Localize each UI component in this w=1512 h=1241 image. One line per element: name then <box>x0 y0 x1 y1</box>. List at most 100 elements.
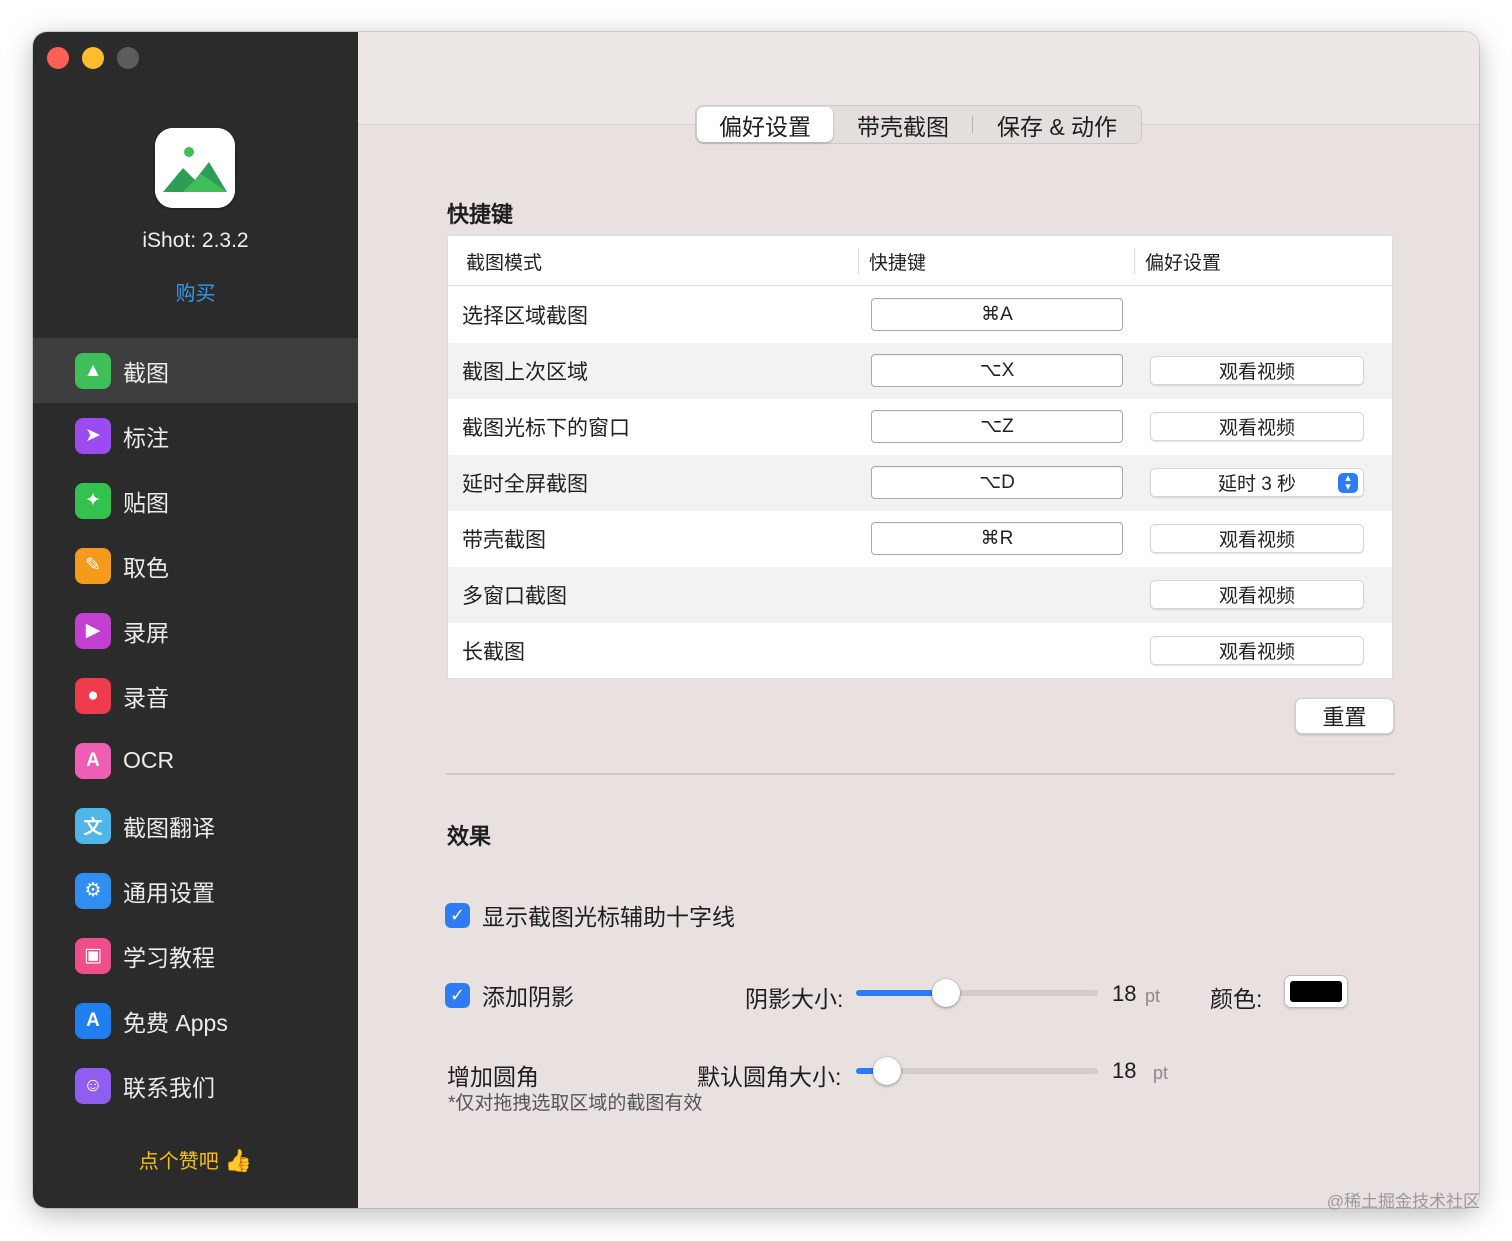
tab-device-frame[interactable]: 带壳截图 <box>834 106 972 143</box>
row-mode-name: 截图光标下的窗口 <box>462 417 630 440</box>
zoom-window-button[interactable] <box>117 47 139 69</box>
watch-video-button[interactable]: 观看视频 <box>1150 636 1364 665</box>
tutorial-icon: ▣ <box>75 937 111 974</box>
table-row: 长截图 观看视频 <box>448 623 1392 679</box>
sidebar-item[interactable]: ▲ 截图 <box>33 338 358 403</box>
watch-video-button[interactable]: 观看视频 <box>1150 356 1364 385</box>
table-row: 延时全屏截图 ⌥D 延时 3 秒 ▴ ▾ <box>448 455 1392 511</box>
watch-video-button[interactable]: 观看视频 <box>1150 412 1364 441</box>
sidebar-item-label: 免费 Apps <box>123 1009 228 1036</box>
sidebar-item[interactable]: ▣ 学习教程 <box>33 923 358 988</box>
shadow-size-value: 18 <box>1112 981 1137 1006</box>
shortcut-field[interactable]: ⌥Z <box>871 410 1123 443</box>
sidebar-item[interactable]: ➤ 标注 <box>33 403 358 468</box>
header-separator <box>858 248 859 274</box>
header-separator <box>1134 248 1135 274</box>
sidebar-item[interactable]: ✦ 贴图 <box>33 468 358 533</box>
shadow-color-well[interactable] <box>1284 975 1348 1008</box>
tab-save-actions[interactable]: 保存 & 动作 <box>973 106 1141 143</box>
close-window-button[interactable] <box>47 47 69 69</box>
sidebar-item-label: 标注 <box>123 424 169 451</box>
eyedropper-icon: ✎ <box>75 547 111 584</box>
buy-link[interactable]: 购买 <box>33 277 358 306</box>
corner-note: *仅对拖拽选取区域的截图有效 <box>448 1093 703 1114</box>
watch-video-button[interactable]: 观看视频 <box>1150 524 1364 553</box>
section-divider <box>446 773 1395 775</box>
crosshair-checkbox[interactable]: ✓ <box>445 902 470 928</box>
sidebar-item-label: 取色 <box>123 554 169 581</box>
shortcuts-table: 截图模式 快捷键 偏好设置 选择区域截图 ⌘A 截图上次区域 ⌥X 观看视频 截图光标下的… <box>447 235 1393 679</box>
sidebar: iShot: 2.3.2 购买 ▲ 截图 ➤ 标注 ✦ 贴图 ✎ 取色 ▶ 录屏 ● 录音 A OCR 文截… <box>33 32 358 1208</box>
shortcut-field[interactable]: ⌥X <box>871 354 1123 387</box>
image-icon: ▲ <box>75 352 111 389</box>
thumbs-up-icon: 👍 <box>224 1148 253 1173</box>
sidebar-item-label: 学习教程 <box>123 944 215 971</box>
app-logo-icon <box>155 128 235 208</box>
table-row: 选择区域截图 ⌘A <box>448 287 1392 343</box>
sidebar-item[interactable]: A 免费 Apps <box>33 988 358 1053</box>
reset-button[interactable]: 重置 <box>1295 698 1394 734</box>
select-arrows-icon: ▴ ▾ <box>1338 473 1358 493</box>
sidebar-item-label: 贴图 <box>123 489 169 516</box>
table-row: 截图光标下的窗口 ⌥Z 观看视频 <box>448 399 1392 455</box>
video-icon: ▶ <box>75 612 111 649</box>
slider-knob[interactable] <box>873 1057 902 1085</box>
main-panel: 偏好设置 带壳截图 保存 & 动作 快捷键 截图模式 快捷键 偏好设置 选择区域… <box>358 32 1479 1208</box>
crosshair-option: ✓ 显示截图光标辅助十字线 <box>445 898 735 932</box>
sidebar-item[interactable]: ● 录音 <box>33 663 358 728</box>
sidebar-item[interactable]: A OCR <box>33 728 358 793</box>
like-label: 点个赞吧 <box>138 1151 219 1173</box>
sidebar-item[interactable]: ▶ 录屏 <box>33 598 358 663</box>
shadow-checkbox[interactable]: ✓ <box>445 982 470 1008</box>
gear-icon: ⚙ <box>75 872 111 909</box>
minimize-window-button[interactable] <box>82 47 104 69</box>
shadow-label: 添加阴影 <box>482 984 574 1010</box>
watch-video-button[interactable]: 观看视频 <box>1150 580 1364 609</box>
sidebar-item[interactable]: ☺ 联系我们 <box>33 1053 358 1118</box>
row-mode-name: 多窗口截图 <box>462 585 567 608</box>
table-row: 带壳截图 ⌘R 观看视频 <box>448 511 1392 567</box>
microphone-icon: ● <box>75 677 111 714</box>
table-row: 截图上次区域 ⌥X 观看视频 <box>448 343 1392 399</box>
table-row: 多窗口截图 观看视频 <box>448 567 1392 623</box>
shortcut-field[interactable]: ⌘R <box>871 522 1123 555</box>
slider-knob[interactable] <box>931 979 960 1007</box>
sidebar-item-label: OCR <box>123 747 175 773</box>
corner-size-unit: pt <box>1153 1063 1169 1083</box>
sidebar-item-label: 截图 <box>123 359 169 386</box>
sidebar-item-label: 录屏 <box>123 619 169 646</box>
appstore-icon: A <box>75 1002 111 1039</box>
corner-size-value: 18 <box>1112 1058 1137 1083</box>
row-mode-name: 选择区域截图 <box>462 305 588 328</box>
shadow-size-slider[interactable] <box>856 978 1098 1008</box>
sidebar-item-label: 录音 <box>123 684 169 711</box>
shortcut-field[interactable]: ⌘A <box>871 298 1123 331</box>
header-mode: 截图模式 <box>466 252 543 274</box>
row-mode-name: 延时全屏截图 <box>462 473 588 496</box>
translate-icon: 文 <box>75 807 111 844</box>
sidebar-nav: ▲ 截图 ➤ 标注 ✦ 贴图 ✎ 取色 ▶ 录屏 ● 录音 A OCR 文截图翻译 ⚙ 通用设置 ▣ 学习教程 A 免费… <box>33 338 358 1118</box>
tab-preferences[interactable]: 偏好设置 <box>697 107 833 142</box>
sidebar-item[interactable]: ✎ 取色 <box>33 533 358 598</box>
crosshair-label: 显示截图光标辅助十字线 <box>482 904 735 930</box>
row-mode-name: 带壳截图 <box>462 529 546 552</box>
sidebar-item-label: 联系我们 <box>123 1074 215 1101</box>
shadow-size-unit: pt <box>1145 986 1161 1006</box>
app-version: iShot: 2.3.2 <box>142 229 249 252</box>
delay-select[interactable]: 延时 3 秒 ▴ ▾ <box>1150 468 1364 497</box>
shortcut-field[interactable]: ⌥D <box>871 466 1123 499</box>
shadow-color-swatch <box>1290 981 1342 1002</box>
corner-label: 增加圆角 <box>447 1064 539 1090</box>
tab-bar: 偏好设置 带壳截图 保存 & 动作 <box>695 105 1142 144</box>
watermark: @稀土掘金技术社区 <box>1326 1192 1480 1211</box>
sidebar-item-label: 通用设置 <box>123 879 215 906</box>
sidebar-item[interactable]: 文截图翻译 <box>33 793 358 858</box>
row-mode-name: 截图上次区域 <box>462 361 588 384</box>
like-link[interactable]: 点个赞吧 👍 <box>33 1145 358 1174</box>
shadow-option: ✓ 添加阴影 <box>445 978 574 1012</box>
window-controls <box>47 47 139 69</box>
corner-size-slider[interactable] <box>856 1056 1098 1086</box>
sidebar-item[interactable]: ⚙ 通用设置 <box>33 858 358 923</box>
shadow-size-label: 阴影大小: <box>745 986 844 1012</box>
table-header: 截图模式 快捷键 偏好设置 <box>448 236 1392 286</box>
